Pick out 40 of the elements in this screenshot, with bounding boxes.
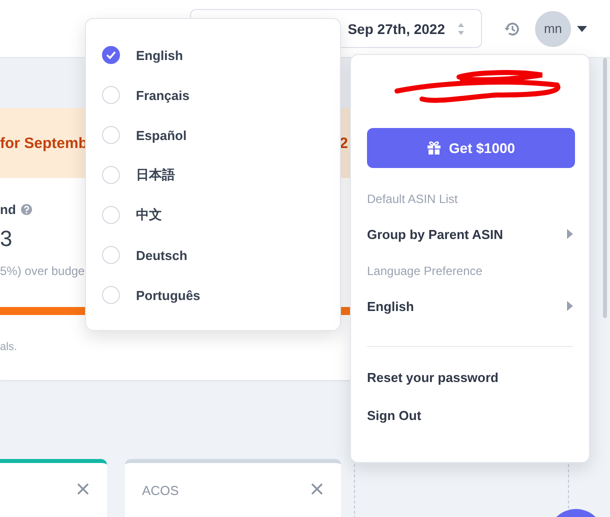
spend-value: 3 (0, 226, 14, 252)
language-option[interactable]: Português (86, 275, 340, 315)
language-option[interactable]: 日本語 (86, 155, 340, 195)
history-icon[interactable] (504, 20, 520, 36)
user-avatar[interactable]: mn (535, 10, 571, 46)
menu-item[interactable]: Sign Out (367, 408, 573, 424)
menu-item[interactable]: English (367, 298, 573, 314)
sort-icon (457, 22, 465, 36)
language-option[interactable]: Deutsch (86, 235, 340, 275)
scrollbar[interactable] (603, 58, 607, 318)
get-reward-button[interactable]: Get $1000 (367, 128, 575, 168)
language-label: 中文 (136, 206, 162, 224)
section-heading: Default ASIN List (367, 192, 459, 206)
help-icon[interactable] (20, 204, 32, 214)
language-option[interactable]: 中文 (86, 195, 340, 235)
spend-label: nd (0, 202, 16, 216)
check-icon (106, 51, 116, 59)
language-label: Español (136, 128, 187, 142)
language-option[interactable]: Français (86, 75, 340, 115)
banner-text: for Septemb (0, 134, 88, 152)
close-icon[interactable] (77, 483, 89, 495)
menu-item[interactable]: Group by Parent ASIN (367, 226, 573, 242)
caret-icon[interactable] (577, 26, 587, 32)
submenu-arrow-icon (567, 229, 573, 239)
metric-label: ACOS (142, 483, 179, 498)
radio-button[interactable] (102, 46, 120, 64)
language-label: Français (136, 88, 190, 102)
language-label: Português (136, 288, 200, 302)
submenu-arrow-icon (567, 301, 573, 311)
language-option[interactable]: Español (86, 115, 340, 155)
budget-note: 5%) over budge (0, 264, 86, 278)
language-label: Deutsch (136, 248, 188, 262)
language-label: English (136, 48, 183, 62)
gift-icon (426, 141, 441, 155)
section-heading: Language Preference (367, 264, 484, 278)
language-label: 日本語 (136, 166, 175, 184)
menu-item[interactable]: Reset your password (367, 370, 573, 386)
goals-note: als. (0, 341, 18, 353)
close-icon[interactable] (311, 483, 323, 495)
language-option[interactable]: English (86, 35, 340, 75)
